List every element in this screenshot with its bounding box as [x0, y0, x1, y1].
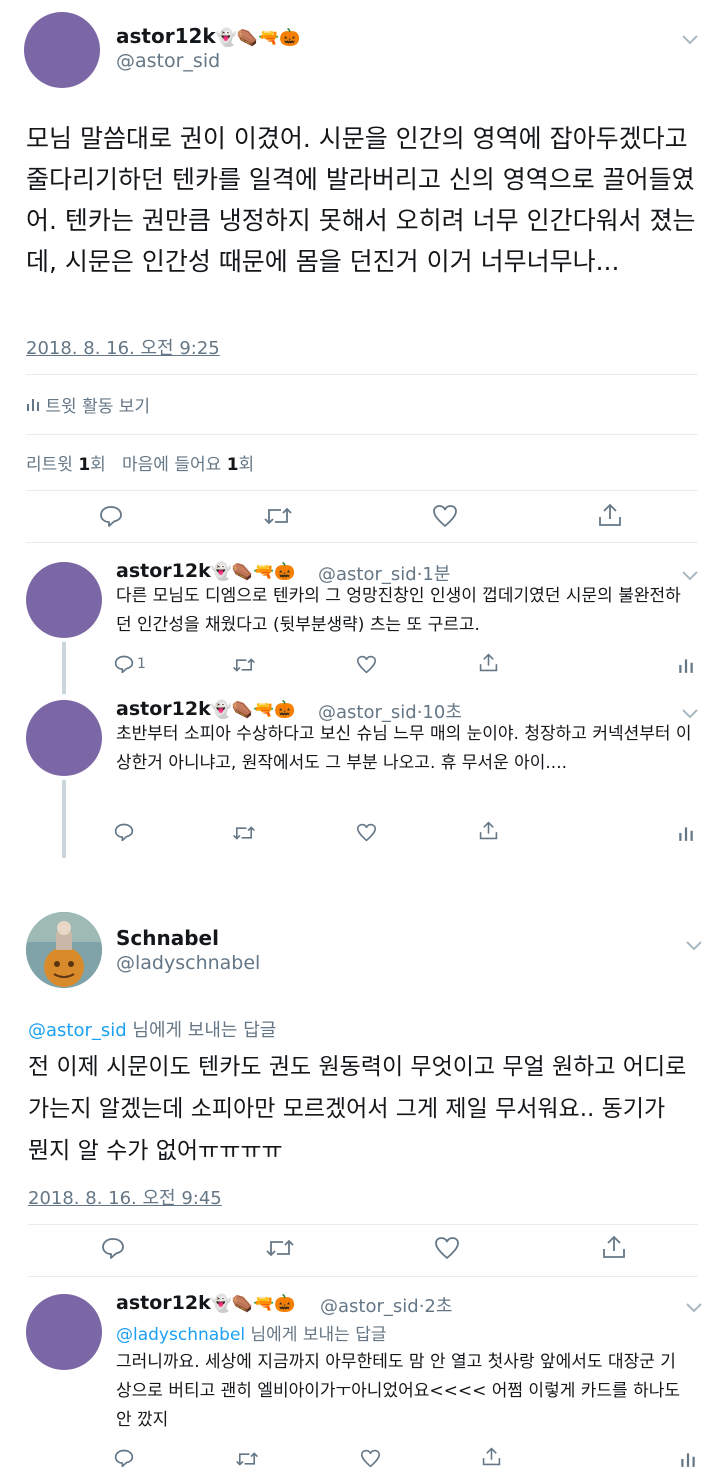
avatar[interactable] — [26, 700, 102, 776]
reply-icon[interactable] — [114, 1448, 134, 1472]
like-stat[interactable]: 마음에 들어요 1회 — [122, 455, 254, 475]
reply-icon[interactable] — [114, 822, 134, 846]
author-name[interactable]: Schnabel — [116, 926, 219, 950]
divider — [28, 1224, 698, 1225]
avatar[interactable] — [26, 1294, 102, 1370]
thread-line — [62, 642, 66, 694]
engagement-stats: 리트윗 1회 마음에 들어요 1회 — [26, 450, 254, 475]
tweet-text: 모님 말씀대로 권이 이겼어. 시문을 인간의 영역에 잡아두겠다고 줄다리기하… — [26, 124, 696, 276]
retweet-icon[interactable] — [235, 1450, 259, 1472]
bar-chart-icon[interactable] — [680, 1450, 696, 1472]
author-emojis: 👻⚰️🔫🎃 — [210, 562, 296, 582]
heart-icon[interactable] — [356, 823, 377, 846]
share-icon[interactable] — [602, 1234, 626, 1264]
author-emojis: 👻⚰️🔫🎃 — [215, 28, 301, 48]
bar-chart-icon[interactable] — [678, 824, 694, 846]
tweet-timestamp[interactable]: 2018. 8. 16. 오전 9:45 — [28, 1184, 222, 1210]
retweet-icon[interactable] — [263, 505, 293, 531]
avatar[interactable] — [26, 562, 102, 638]
tweet-timestamp[interactable]: 2018. 8. 16. 오전 9:25 — [26, 334, 220, 360]
retweet-icon[interactable] — [265, 1237, 295, 1263]
reply-to-handle[interactable]: @astor_sid — [28, 1020, 127, 1041]
bar-chart-icon[interactable] — [678, 656, 694, 678]
reply-text: 그러니까요. 세상에 지금까지 아무한테도 맘 안 열고 첫사랑 앞에서도 대장… — [116, 1352, 681, 1430]
chevron-down-icon[interactable] — [686, 1298, 702, 1317]
author-emojis: 👻⚰️🔫🎃 — [210, 1294, 296, 1314]
avatar[interactable] — [26, 912, 102, 988]
reply-author[interactable]: astor12k👻⚰️🔫🎃 — [116, 560, 295, 582]
avatar[interactable] — [24, 12, 100, 88]
tweet-activity-link[interactable]: 트윗 활동 보기 — [26, 392, 150, 417]
reply-meta: @astor_sid·2초 — [320, 1296, 453, 1317]
divider — [26, 542, 698, 543]
reply-text: 초반부터 소피아 수상하다고 보신 슈님 느무 매의 눈이야. 청장하고 커넥션… — [116, 724, 692, 773]
reply-action[interactable]: 1 — [114, 654, 146, 678]
author-emojis: 👻⚰️🔫🎃 — [210, 700, 296, 720]
tweet-text: 전 이제 시문이도 텐카도 권도 원동력이 무엇이고 무얼 원하고 어디로 가는… — [28, 1054, 687, 1164]
reply-icon[interactable] — [99, 504, 123, 532]
share-icon[interactable] — [479, 652, 498, 677]
share-icon[interactable] — [482, 1446, 501, 1471]
share-icon[interactable] — [479, 820, 498, 845]
author-handle[interactable]: @ladyschnabel — [116, 952, 260, 974]
heart-icon[interactable] — [356, 655, 377, 678]
thread-line — [62, 780, 66, 858]
reply-icon[interactable] — [101, 1236, 125, 1264]
retweet-icon[interactable] — [232, 824, 256, 846]
divider — [26, 374, 698, 375]
chevron-down-icon[interactable] — [682, 30, 698, 49]
avatar-image — [26, 912, 102, 988]
heart-icon[interactable] — [434, 1236, 460, 1264]
heart-icon[interactable] — [360, 1449, 381, 1472]
reply-author[interactable]: astor12k👻⚰️🔫🎃 — [116, 698, 295, 720]
divider — [26, 490, 698, 491]
heart-icon[interactable] — [432, 504, 458, 532]
divider — [26, 434, 698, 435]
reply-context: @astor_sid 님에게 보내는 답글 — [28, 1020, 277, 1041]
chevron-down-icon[interactable] — [686, 936, 702, 955]
reply-to-handle[interactable]: @ladyschnabel — [116, 1325, 245, 1345]
retweet-stat[interactable]: 리트윗 1회 — [26, 455, 106, 475]
divider — [28, 1276, 698, 1277]
author-handle[interactable]: @astor_sid — [116, 50, 220, 72]
author-name[interactable]: astor12k👻⚰️🔫🎃 — [116, 24, 300, 48]
reply-text: 다른 모님도 디엠으로 텐카의 그 엉망진창인 인생이 껍데기였던 시문의 불완… — [116, 586, 681, 635]
bar-chart-icon — [26, 396, 40, 417]
share-icon[interactable] — [598, 502, 622, 532]
reply-author[interactable]: astor12k👻⚰️🔫🎃 — [116, 1292, 295, 1314]
retweet-icon[interactable] — [232, 656, 256, 678]
reply-context: @ladyschnabel 님에게 보내는 답글 — [116, 1325, 387, 1345]
